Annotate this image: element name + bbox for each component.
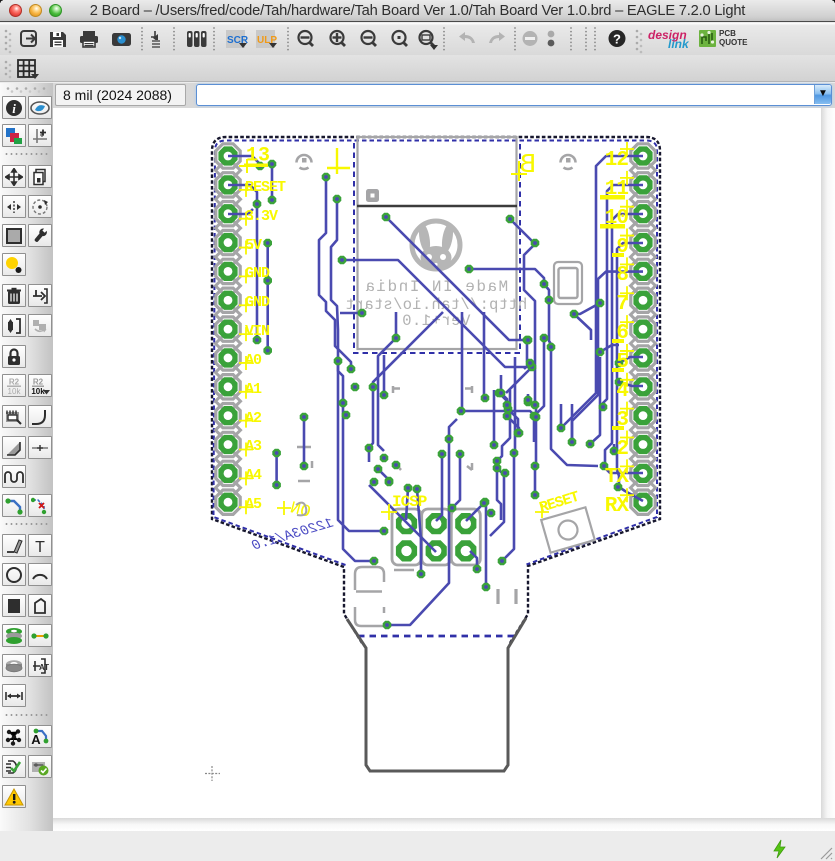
svg-text:?: ? xyxy=(613,32,621,47)
svg-text:GND: GND xyxy=(245,294,270,311)
svg-text:A2: A2 xyxy=(245,410,262,427)
svg-text:T: T xyxy=(35,539,45,554)
svg-text:A4: A4 xyxy=(245,467,262,484)
svg-text:10k: 10k xyxy=(8,387,22,395)
svg-text:Made IN India: Made IN India xyxy=(364,278,508,296)
svg-text:RESET: RESET xyxy=(245,179,286,196)
svg-text:TX: TX xyxy=(605,466,630,489)
svg-text:GND: GND xyxy=(245,265,270,282)
svg-text:B: B xyxy=(520,151,536,181)
svg-text:i: i xyxy=(12,101,16,116)
svg-text:A1: A1 xyxy=(245,381,262,398)
svg-text:VIN: VIN xyxy=(245,323,270,340)
svg-text:3.3V: 3.3V xyxy=(245,208,278,225)
svg-text:A5: A5 xyxy=(245,496,262,513)
svg-text:PCB: PCB xyxy=(719,29,736,38)
svg-text:A: A xyxy=(31,732,41,746)
svg-text:12: 12 xyxy=(605,149,629,172)
svg-text:link: link xyxy=(668,37,690,51)
svg-text:5V: 5V xyxy=(245,237,262,254)
svg-text:10k: 10k xyxy=(31,387,45,395)
svg-text:R2: R2 xyxy=(9,377,20,386)
svg-text:R2: R2 xyxy=(33,377,44,386)
svg-text:RX: RX xyxy=(605,495,630,518)
svg-text:AT: AT xyxy=(39,663,49,672)
svg-text:A0: A0 xyxy=(245,352,262,369)
svg-text:ICSP: ICSP xyxy=(392,493,427,511)
svg-text:A3: A3 xyxy=(245,438,262,455)
svg-text:QUOTE: QUOTE xyxy=(719,38,748,47)
